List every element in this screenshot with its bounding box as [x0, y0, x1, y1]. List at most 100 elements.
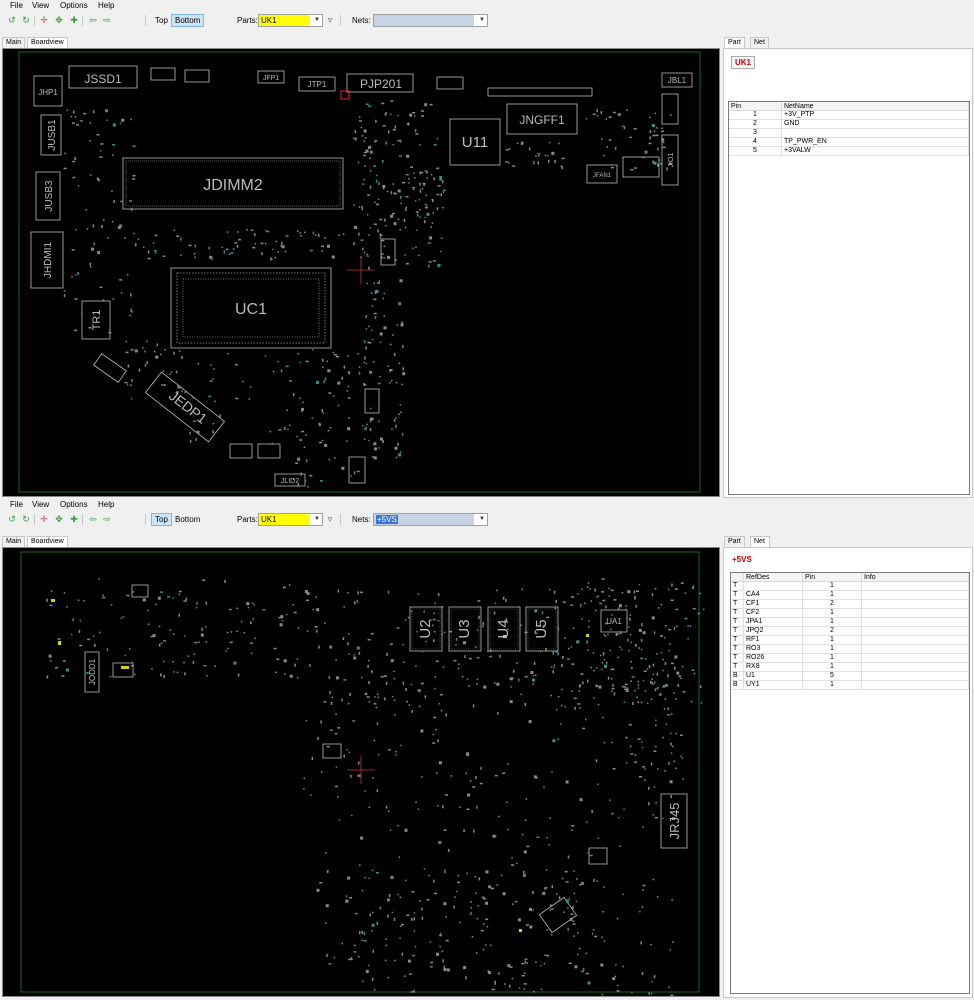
zoom-out-icon[interactable]: ✚: [69, 514, 79, 524]
table-row[interactable]: T RO26 1: [731, 653, 969, 663]
table-row[interactable]: T CF2 1: [731, 608, 969, 618]
tab-main[interactable]: Main: [2, 37, 26, 48]
menu-view[interactable]: View: [32, 1, 49, 10]
fit-icon[interactable]: ✥: [54, 15, 64, 25]
netname-column-header[interactable]: NetName: [781, 102, 969, 111]
table-row[interactable]: T JPQ2 2: [731, 626, 969, 636]
tab-net[interactable]: Net (12): [750, 536, 771, 555]
pin-column-header[interactable]: Pin: [729, 102, 782, 111]
table-row[interactable]: 5 +3VALW: [729, 146, 969, 156]
rotate-left-icon[interactable]: ↺: [7, 15, 17, 25]
pad: [507, 964, 511, 968]
table-row[interactable]: T RX8 1: [731, 662, 969, 672]
pad: [684, 617, 688, 620]
tab-part[interactable]: Part: [724, 536, 745, 547]
menu-help[interactable]: Help: [98, 1, 114, 10]
table-row[interactable]: T1: [731, 581, 969, 591]
pad: [642, 766, 646, 768]
pad: [347, 355, 349, 357]
pad: [582, 681, 584, 685]
parts-combobox[interactable]: UK1 ▼: [258, 14, 323, 27]
chevron-down-icon[interactable]: ▼: [313, 514, 321, 525]
side-top-button[interactable]: Top: [151, 14, 172, 27]
board-canvas[interactable]: U2 U3 U4 U5 UA1 JODD1 JRJ45: [2, 547, 720, 997]
nets-combobox[interactable]: +5VS ▼: [373, 513, 488, 526]
pad: [393, 222, 397, 226]
arrow-right-icon[interactable]: ⇨: [102, 514, 112, 524]
chevron-down-icon[interactable]: ▼: [478, 514, 486, 525]
tab-boardview[interactable]: Boardview: [27, 37, 68, 48]
arrow-right-icon[interactable]: ⇨: [102, 15, 112, 25]
pad: [238, 239, 242, 241]
table-row[interactable]: 1 +3V_PTP: [729, 110, 969, 120]
zoom-in-icon[interactable]: ✛: [39, 514, 49, 524]
table-row[interactable]: 3: [729, 128, 969, 138]
side-bottom-button[interactable]: Bottom: [171, 513, 204, 526]
pad: [509, 984, 511, 988]
pad: [286, 409, 288, 411]
rotate-right-icon[interactable]: ↻: [21, 514, 31, 524]
menu-file[interactable]: File: [10, 500, 23, 509]
table-row[interactable]: T RO3 1: [731, 644, 969, 654]
filter-icon[interactable]: ▿: [325, 514, 335, 524]
fit-icon[interactable]: ✥: [54, 514, 64, 524]
menu-help[interactable]: Help: [98, 500, 114, 509]
tab-boardview[interactable]: Boardview: [27, 536, 68, 547]
tab-main[interactable]: Main: [2, 536, 26, 547]
pin-table[interactable]: Pin NetName 1 +3V_PTP 2 GND 3 4 TP_PWR_EN 5 +3VA…: [728, 101, 970, 495]
info-column-header[interactable]: Info: [861, 573, 969, 582]
pad: [369, 227, 372, 229]
parts-combobox[interactable]: UK1 ▼: [258, 513, 323, 526]
pin-column-header[interactable]: Pin: [802, 573, 862, 582]
side-column-header[interactable]: [731, 573, 744, 582]
chevron-down-icon[interactable]: ▼: [313, 15, 321, 26]
table-row[interactable]: 4 TP_PWR_EN: [729, 137, 969, 147]
table-row[interactable]: 2 GND: [729, 119, 969, 129]
side-bottom-button[interactable]: Bottom: [171, 14, 205, 27]
menu-view[interactable]: View: [32, 500, 49, 509]
table-row[interactable]: B UY1 1: [731, 680, 969, 690]
zoom-out-icon[interactable]: ✚: [69, 15, 79, 25]
board-canvas[interactable]: JSSD1 JHP1 JUSB1 JUSB3 JHDMI1 JDIMM2 UC1…: [2, 48, 720, 497]
nets-combobox[interactable]: ▼: [373, 14, 488, 27]
pad: [130, 207, 133, 211]
arrow-left-icon[interactable]: ⇦: [88, 514, 98, 524]
menu-options[interactable]: Options: [60, 1, 88, 10]
menu-file[interactable]: File: [10, 1, 23, 10]
filter-icon[interactable]: ▿: [325, 15, 335, 25]
chevron-down-icon[interactable]: ▼: [478, 15, 486, 26]
refdes-column-header[interactable]: RefDes: [743, 573, 803, 582]
pad: [637, 684, 640, 686]
rotate-right-icon[interactable]: ↻: [21, 15, 31, 25]
pad: [520, 142, 523, 146]
side-top-button[interactable]: Top: [151, 513, 172, 526]
pad: [311, 349, 314, 351]
pad: [464, 655, 466, 658]
pad: [667, 588, 670, 591]
tab-part[interactable]: Part: [724, 37, 745, 48]
menu-options[interactable]: Options: [60, 500, 88, 509]
pad: [386, 190, 389, 193]
table-row[interactable]: T CA4 1: [731, 590, 969, 600]
net-table[interactable]: RefDes Pin Info T 1 T CA4 1 T CF1 2 T CF2 1 T JPA1 1 T…: [730, 572, 970, 994]
table-row[interactable]: T RF1 1: [731, 635, 969, 645]
table-row[interactable]: T JPA1 1: [731, 617, 969, 627]
pad: [468, 685, 470, 687]
table-row[interactable]: T CF1 2: [731, 599, 969, 609]
pad: [357, 591, 359, 595]
pad: [375, 706, 378, 709]
pad: [610, 668, 612, 671]
tab-net[interactable]: Net: [750, 37, 769, 48]
pad: [508, 162, 510, 164]
zoom-in-icon[interactable]: ✛: [39, 15, 49, 25]
arrow-left-icon[interactable]: ⇦: [88, 15, 98, 25]
pad: [295, 462, 299, 464]
pad: [646, 702, 649, 705]
pad: [326, 360, 328, 363]
pad: [662, 658, 664, 661]
rotate-left-icon[interactable]: ↺: [7, 514, 17, 524]
pad: [494, 682, 496, 684]
table-row[interactable]: B U1 5: [731, 671, 969, 681]
pad: [580, 673, 584, 675]
pad: [187, 655, 190, 657]
